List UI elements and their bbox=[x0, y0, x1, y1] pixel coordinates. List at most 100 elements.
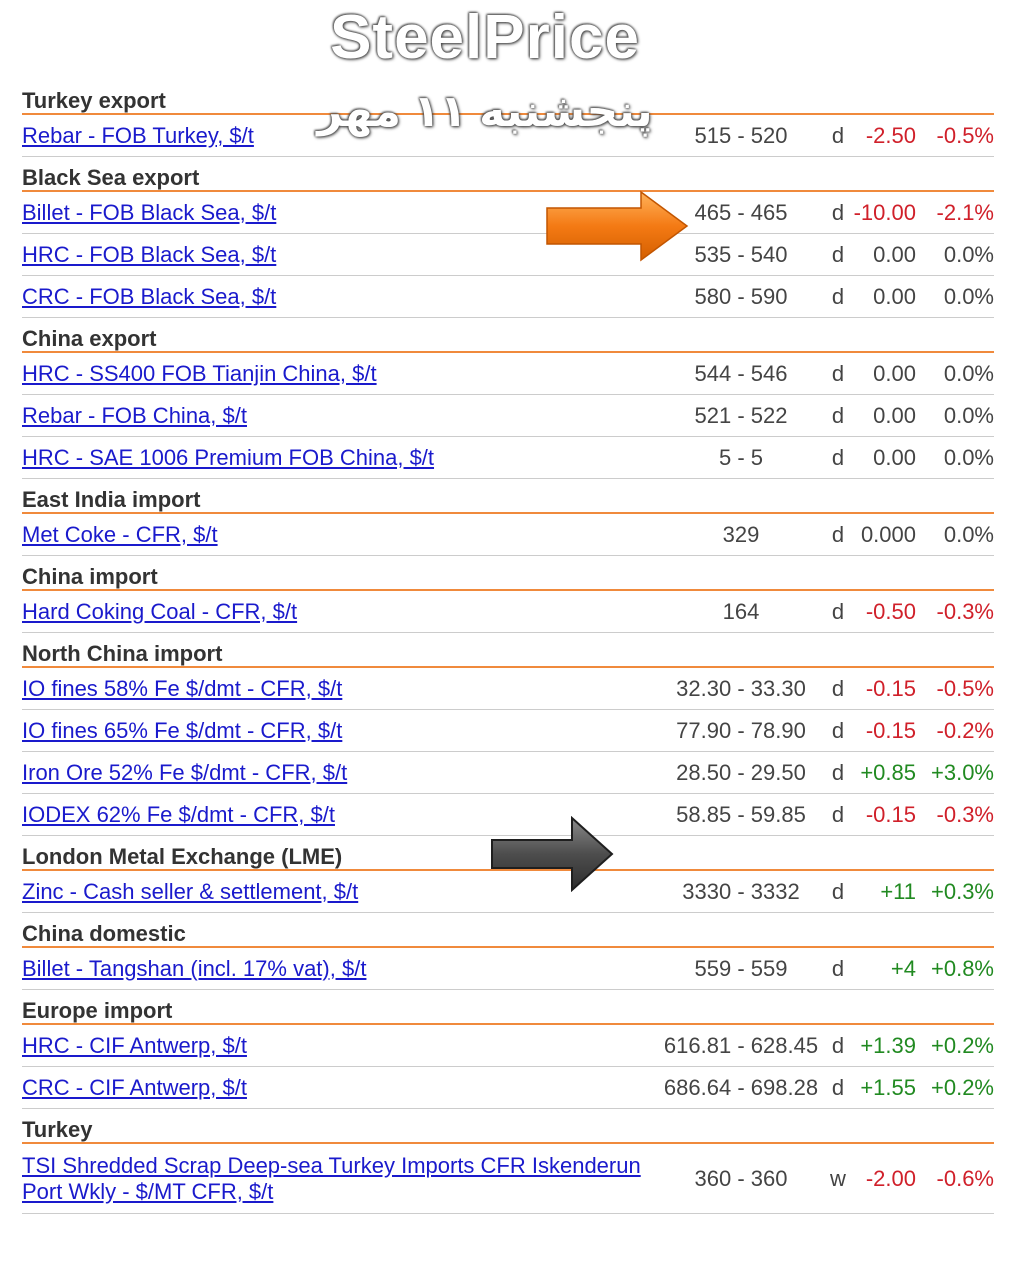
price-range: 521 - 522 bbox=[694, 402, 788, 428]
price-change: +1.55 bbox=[860, 1074, 916, 1100]
price-row: HRC - CIF Antwerp, $/t 616.81 - 628.45 d +1… bbox=[22, 1025, 994, 1067]
percent-change: +0.2% bbox=[931, 1074, 994, 1100]
period-indicator: d bbox=[831, 241, 845, 267]
percent-change: -0.2% bbox=[936, 717, 994, 743]
product-link[interactable]: Rebar - FOB China, $/t bbox=[22, 403, 656, 429]
price-row: CRC - CIF Antwerp, $/t 686.64 - 698.28 d +1… bbox=[22, 1067, 994, 1109]
product-link[interactable]: IO fines 58% Fe $/dmt - CFR, $/t bbox=[22, 676, 656, 702]
section-title: Europe import bbox=[22, 990, 994, 1025]
price-range: 164 bbox=[722, 598, 760, 624]
price-change: 0.00 bbox=[873, 444, 916, 470]
price-section: China export HRC - SS400 FOB Tianjin Chin… bbox=[22, 318, 994, 479]
percent-change: -0.3% bbox=[936, 598, 994, 624]
percent-change: -0.5% bbox=[936, 675, 994, 701]
price-change: +11 bbox=[880, 878, 916, 904]
price-row: Iron Ore 52% Fe $/dmt - CFR, $/t 28.50 - … bbox=[22, 752, 994, 794]
price-change: 0.00 bbox=[873, 283, 916, 309]
percent-change: -0.3% bbox=[936, 801, 994, 827]
price-range: 544 - 546 bbox=[694, 360, 788, 386]
section-title: East India import bbox=[22, 479, 994, 514]
price-section: China domestic Billet - Tangshan (incl. 1… bbox=[22, 913, 994, 990]
price-range: 329 bbox=[722, 521, 760, 547]
price-change: -0.50 bbox=[865, 598, 916, 624]
section-title: China export bbox=[22, 318, 994, 353]
price-range: 616.81 - 628.45 bbox=[663, 1032, 819, 1058]
product-link[interactable]: Hard Coking Coal - CFR, $/t bbox=[22, 599, 656, 625]
product-link[interactable]: Billet - Tangshan (incl. 17% vat), $/t bbox=[22, 956, 656, 982]
price-change: 0.00 bbox=[873, 241, 916, 267]
product-link[interactable]: CRC - FOB Black Sea, $/t bbox=[22, 284, 656, 310]
price-range: 58.85 - 59.85 bbox=[676, 801, 806, 827]
product-link[interactable]: HRC - SAE 1006 Premium FOB China, $/t bbox=[22, 445, 656, 471]
product-link[interactable]: TSI Shredded Scrap Deep-sea Turkey Impor… bbox=[22, 1153, 656, 1205]
price-row: Billet - Tangshan (incl. 17% vat), $/t 55… bbox=[22, 948, 994, 990]
period-indicator: d bbox=[831, 598, 845, 624]
product-link[interactable]: HRC - CIF Antwerp, $/t bbox=[22, 1033, 656, 1059]
period-indicator: d bbox=[831, 521, 845, 547]
period-indicator: d bbox=[831, 717, 845, 743]
period-indicator: d bbox=[831, 1032, 845, 1058]
period-indicator: w bbox=[830, 1165, 846, 1191]
section-title: North China import bbox=[22, 633, 994, 668]
price-change: +1.39 bbox=[860, 1032, 916, 1058]
percent-change: 0.0% bbox=[943, 444, 994, 470]
watermark-date: پنجشنبه ۱۱ مهر bbox=[317, 87, 653, 136]
percent-change: -0.6% bbox=[936, 1165, 994, 1191]
period-indicator: d bbox=[831, 444, 845, 470]
price-change: +4 bbox=[890, 955, 916, 981]
period-indicator: d bbox=[831, 283, 845, 309]
price-table: Turkey export Rebar - FOB Turkey, $/t 515 … bbox=[22, 80, 994, 1214]
price-range: 686.64 - 698.28 bbox=[663, 1074, 819, 1100]
price-row: Billet - FOB Black Sea, $/t 465 - 465 d -10… bbox=[22, 192, 994, 234]
percent-change: +0.3% bbox=[931, 878, 994, 904]
gray-arrow-icon bbox=[491, 816, 614, 892]
price-row: IO fines 65% Fe $/dmt - CFR, $/t 77.90 - … bbox=[22, 710, 994, 752]
percent-change: 0.0% bbox=[943, 360, 994, 386]
product-link[interactable]: HRC - SS400 FOB Tianjin China, $/t bbox=[22, 361, 656, 387]
percent-change: +0.2% bbox=[931, 1032, 994, 1058]
percent-change: +0.8% bbox=[931, 955, 994, 981]
price-section: Turkey TSI Shredded Scrap Deep-sea Turkey… bbox=[22, 1109, 994, 1214]
product-link[interactable]: Met Coke - CFR, $/t bbox=[22, 522, 656, 548]
price-change: -0.15 bbox=[865, 801, 916, 827]
percent-change: +3.0% bbox=[931, 759, 994, 785]
price-change: -2.00 bbox=[865, 1165, 916, 1191]
price-range: 559 - 559 bbox=[694, 955, 788, 981]
price-section: China import Hard Coking Coal - CFR, $/t 1… bbox=[22, 556, 994, 633]
period-indicator: d bbox=[831, 878, 845, 904]
product-link[interactable]: CRC - CIF Antwerp, $/t bbox=[22, 1075, 656, 1101]
price-range: 5 - 5 bbox=[718, 444, 764, 470]
product-link[interactable]: Iron Ore 52% Fe $/dmt - CFR, $/t bbox=[22, 760, 656, 786]
period-indicator: d bbox=[831, 1074, 845, 1100]
price-change: 0.00 bbox=[873, 360, 916, 386]
price-row: TSI Shredded Scrap Deep-sea Turkey Impor… bbox=[22, 1144, 994, 1214]
percent-change: 0.0% bbox=[943, 283, 994, 309]
price-change: -0.15 bbox=[865, 675, 916, 701]
price-range: 360 - 360 bbox=[694, 1165, 788, 1191]
price-range: 77.90 - 78.90 bbox=[676, 717, 806, 743]
price-range: 580 - 590 bbox=[694, 283, 788, 309]
percent-change: 0.0% bbox=[943, 241, 994, 267]
price-row: Met Coke - CFR, $/t 329 d 0.000 0.0% bbox=[22, 514, 994, 556]
price-section: Black Sea export Billet - FOB Black Sea, … bbox=[22, 157, 994, 318]
price-change: -0.15 bbox=[865, 717, 916, 743]
price-section: East India import Met Coke - CFR, $/t 329 d… bbox=[22, 479, 994, 556]
price-row: CRC - FOB Black Sea, $/t 580 - 590 d 0.00 0.… bbox=[22, 276, 994, 318]
price-row: HRC - SAE 1006 Premium FOB China, $/t 5 -… bbox=[22, 437, 994, 479]
price-change: -10.00 bbox=[853, 199, 916, 225]
price-row: HRC - SS400 FOB Tianjin China, $/t 544 - … bbox=[22, 353, 994, 395]
price-range: 28.50 - 29.50 bbox=[676, 759, 806, 785]
price-section: North China import IO fines 58% Fe $/dmt … bbox=[22, 633, 994, 836]
price-section: Europe import HRC - CIF Antwerp, $/t 616.8… bbox=[22, 990, 994, 1109]
period-indicator: d bbox=[831, 675, 845, 701]
price-range: 32.30 - 33.30 bbox=[676, 675, 806, 701]
period-indicator: d bbox=[831, 955, 845, 981]
price-row: Rebar - FOB China, $/t 521 - 522 d 0.00 0.0% bbox=[22, 395, 994, 437]
percent-change: -2.1% bbox=[936, 199, 994, 225]
price-change: 0.00 bbox=[873, 402, 916, 428]
period-indicator: d bbox=[831, 360, 845, 386]
price-row: IO fines 58% Fe $/dmt - CFR, $/t 32.30 - … bbox=[22, 668, 994, 710]
period-indicator: d bbox=[831, 759, 845, 785]
period-indicator: d bbox=[831, 402, 845, 428]
product-link[interactable]: IO fines 65% Fe $/dmt - CFR, $/t bbox=[22, 718, 656, 744]
